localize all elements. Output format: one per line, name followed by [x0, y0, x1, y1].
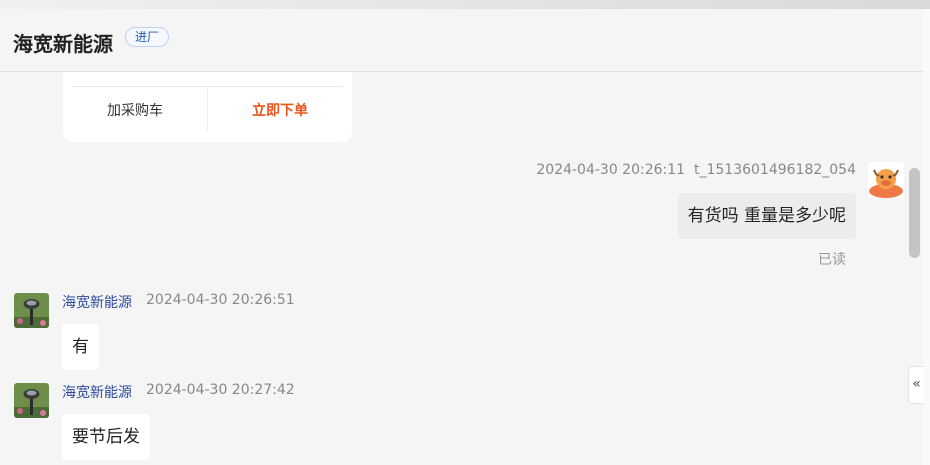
- peer-message-bubble: 要节后发: [62, 414, 150, 460]
- message-timestamp: 2024-04-30 20:27:42: [146, 382, 295, 398]
- chat-header: 海宽新能源 进厂: [0, 9, 923, 72]
- message-timestamp: 2024-04-30 20:26:51: [146, 292, 295, 308]
- shop-name-title: 海宽新能源: [13, 32, 113, 56]
- product-card: 加采购车 立即下单: [63, 72, 352, 142]
- peer-avatar[interactable]: [14, 383, 49, 418]
- buy-now-button[interactable]: 立即下单: [208, 100, 352, 120]
- peer-avatar[interactable]: [14, 293, 49, 328]
- chat-scrollbar[interactable]: [909, 168, 920, 258]
- garden-light-avatar-icon: [14, 383, 49, 418]
- right-panel-edge: [923, 9, 930, 465]
- enter-shop-badge[interactable]: 进厂: [125, 27, 170, 47]
- double-chevron-left-icon: «: [912, 376, 921, 392]
- peer-name: 海宽新能源: [62, 385, 132, 401]
- cow-avatar-icon: [868, 162, 904, 198]
- garden-light-avatar-icon: [14, 293, 49, 328]
- read-status: 已读: [818, 252, 846, 268]
- peer-message-bubble: 有: [62, 324, 99, 370]
- self-avatar[interactable]: [868, 162, 904, 198]
- peer-name: 海宽新能源: [62, 295, 132, 311]
- window-top-strip: [0, 0, 930, 9]
- self-message-meta: 2024-04-30 20:26:11 t_1513601496182_054: [536, 162, 856, 178]
- self-message-bubble: 有货吗 重量是多少呢: [677, 193, 856, 239]
- message-sender: t_1513601496182_054: [693, 162, 856, 178]
- message-timestamp: 2024-04-30 20:26:11: [536, 162, 686, 178]
- collapse-panel-button[interactable]: «: [908, 366, 924, 404]
- add-to-cart-button[interactable]: 加采购车: [63, 100, 207, 120]
